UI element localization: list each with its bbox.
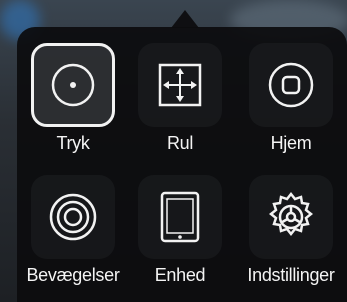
gestures-icon bbox=[49, 193, 97, 241]
device-tile[interactable] bbox=[138, 175, 222, 259]
settings-tile[interactable] bbox=[249, 175, 333, 259]
menu-item-rul[interactable]: Rul bbox=[130, 43, 230, 163]
menu-item-label: Bevægelser bbox=[26, 265, 120, 285]
assistive-touch-menu: Tryk Rul Hjem Bevægelser Enhed Indstilli… bbox=[17, 27, 347, 302]
menu-item-indstillinger[interactable]: Indstillinger bbox=[241, 175, 341, 295]
tap-icon bbox=[51, 63, 95, 107]
scroll-arrows-icon bbox=[158, 63, 202, 107]
home-tile[interactable] bbox=[249, 43, 333, 127]
menu-item-bevaegelser[interactable]: Bevægelser bbox=[23, 175, 123, 295]
menu-item-label: Rul bbox=[166, 133, 194, 153]
menu-item-label: Enhed bbox=[154, 265, 206, 285]
menu-item-label: Indstillinger bbox=[247, 265, 335, 285]
home-button-icon bbox=[268, 62, 314, 108]
device-icon bbox=[160, 191, 200, 243]
scroll-tile[interactable] bbox=[138, 43, 222, 127]
menu-item-tryk[interactable]: Tryk bbox=[23, 43, 123, 163]
menu-item-hjem[interactable]: Hjem bbox=[241, 43, 341, 163]
menu-item-enhed[interactable]: Enhed bbox=[130, 175, 230, 295]
settings-gear-icon bbox=[268, 191, 314, 237]
tap-tile[interactable] bbox=[31, 43, 115, 127]
popover-caret bbox=[171, 10, 199, 28]
gestures-tile[interactable] bbox=[31, 175, 115, 259]
menu-item-label: Hjem bbox=[270, 133, 312, 153]
menu-item-label: Tryk bbox=[56, 133, 90, 153]
